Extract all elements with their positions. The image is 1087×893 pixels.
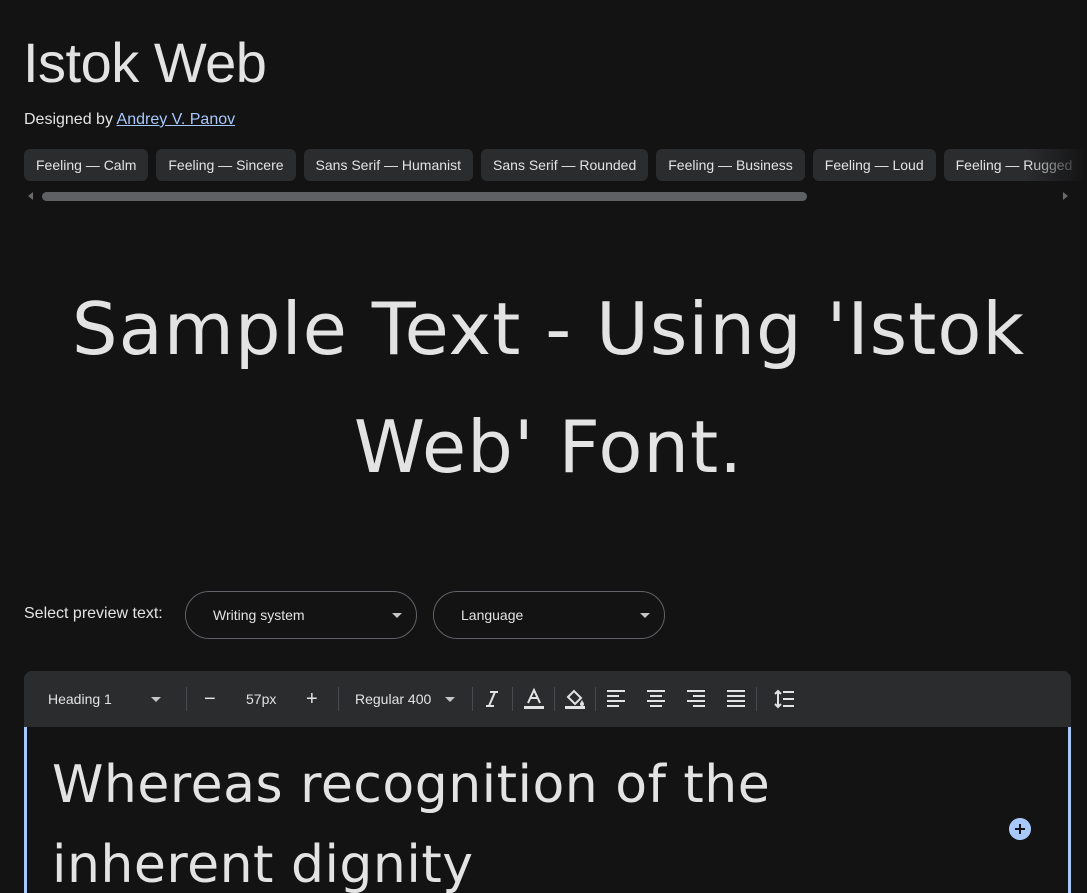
decrease-size-button[interactable]: − (204, 671, 216, 727)
font-title: Istok Web (23, 31, 267, 94)
text-color-icon[interactable] (522, 687, 546, 711)
designed-by-label: Designed by (24, 111, 113, 128)
designer-line: Designed by Andrey V. Panov (24, 111, 235, 129)
toolbar-divider (512, 687, 513, 711)
toolbar-divider (186, 687, 187, 711)
align-left-icon[interactable] (604, 687, 628, 711)
toolbar-divider (554, 687, 555, 711)
toolbar-divider (472, 687, 473, 711)
increase-size-button[interactable]: + (306, 671, 318, 727)
tag-chip[interactable]: Feeling — Calm (24, 149, 149, 181)
italic-icon[interactable] (480, 687, 504, 711)
align-justify-icon[interactable] (724, 687, 748, 711)
sample-text: Sample Text - Using 'Istok Web' Font. (71, 287, 1026, 489)
designer-link[interactable]: Andrey V. Panov (117, 111, 236, 128)
editor-text[interactable]: Whereas recognition of the inherent dign… (52, 745, 812, 893)
scroll-left-arrow-icon[interactable] (28, 192, 33, 200)
chevron-down-icon (445, 697, 455, 702)
language-label: Language (461, 607, 524, 623)
weight-label: Regular 400 (355, 691, 432, 707)
align-right-icon[interactable] (684, 687, 708, 711)
style-label: Heading 1 (48, 691, 112, 707)
language-select[interactable]: Language (433, 591, 665, 639)
tag-scrollbar[interactable] (24, 190, 1072, 202)
editor-toolbar: Heading 1 − 57px + Regular 400 (24, 671, 1071, 727)
highlight-color-icon[interactable] (563, 687, 587, 711)
chevron-down-icon (640, 613, 650, 618)
align-center-icon[interactable] (644, 687, 668, 711)
chevron-down-icon (392, 613, 402, 618)
tag-chip[interactable]: Feeling — Loud (812, 149, 936, 181)
tag-list-fade (1027, 149, 1087, 181)
toolbar-divider (595, 687, 596, 711)
toolbar-divider (338, 687, 339, 711)
style-dropdown[interactable]: Heading 1 (48, 671, 168, 727)
tag-list: Feeling — Calm Feeling — Sincere Sans Seri… (24, 149, 1087, 181)
add-icon[interactable] (1009, 818, 1031, 840)
tag-chip[interactable]: Feeling — Sincere (156, 149, 296, 181)
chevron-down-icon (151, 697, 161, 702)
writing-system-select[interactable]: Writing system (185, 591, 417, 639)
line-spacing-icon[interactable] (773, 687, 797, 711)
tag-chip[interactable]: Sans Serif — Rounded (481, 149, 649, 181)
toolbar-divider (756, 687, 757, 711)
text-editor[interactable]: Whereas recognition of the inherent dign… (24, 727, 1071, 893)
tag-chip[interactable]: Feeling — Business (656, 149, 805, 181)
font-size-value[interactable]: 57px (246, 671, 276, 727)
weight-dropdown[interactable]: Regular 400 (355, 671, 460, 727)
writing-system-label: Writing system (213, 607, 305, 623)
tag-chip[interactable]: Sans Serif — Humanist (303, 149, 474, 181)
scroll-right-arrow-icon[interactable] (1063, 192, 1068, 200)
preview-label: Select preview text: (24, 605, 163, 622)
scrollbar-thumb[interactable] (42, 192, 807, 201)
